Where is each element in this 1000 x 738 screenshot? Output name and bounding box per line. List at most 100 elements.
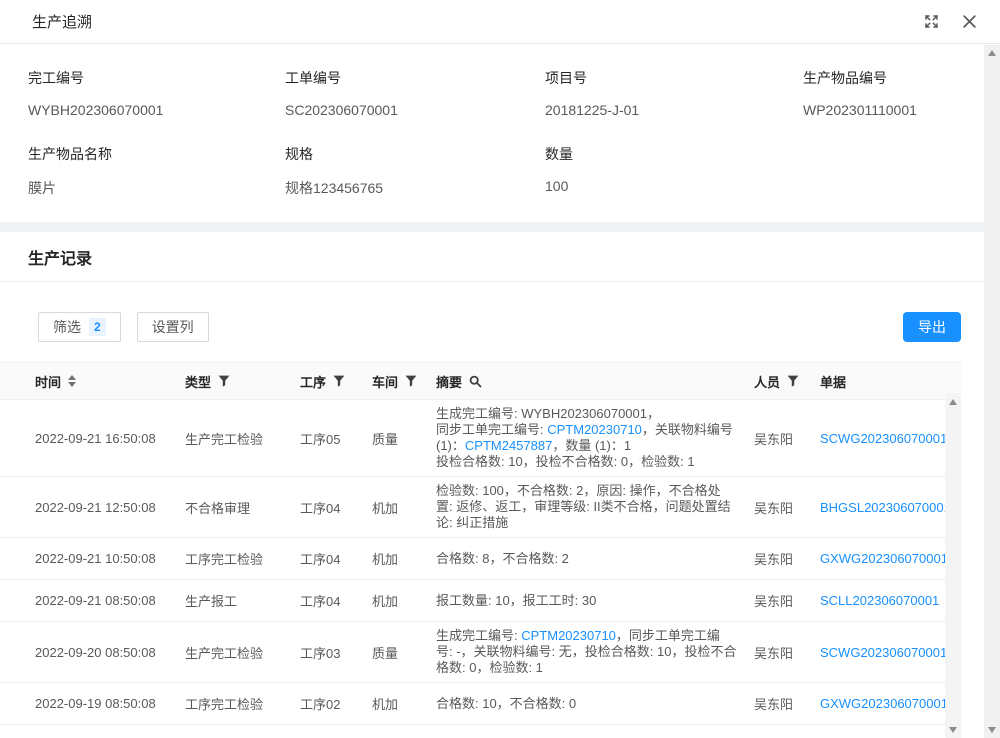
scroll-up-icon[interactable] (949, 399, 957, 405)
export-button-label: 导出 (918, 317, 946, 337)
cell-person: 吴东阳 (754, 694, 820, 713)
summary-line: 合格数: 10，不合格数: 0 (436, 696, 754, 712)
order-info-section: 完工编号 WYBH202306070001 工单编号 SC20230607000… (0, 44, 1000, 222)
field-value: 20181225-J-01 (545, 102, 803, 118)
summary-text: 置: 返修、返工，审理等级: II类不合格，问题处置结 (436, 499, 731, 514)
cell-summary: 报工数量: 10，报工工时: 30 (436, 593, 754, 609)
table-row: 2022-09-21 10:50:08工序完工检验工序04机加合格数: 8，不合… (0, 538, 961, 580)
field-label: 生产物品名称 (28, 144, 285, 164)
doc-link[interactable]: SCWG202306070001 (820, 645, 947, 660)
column-header-summary[interactable]: 摘要 (436, 372, 754, 391)
sort-icon[interactable] (68, 375, 76, 387)
filter-icon[interactable] (218, 375, 230, 387)
field-workorder-no: 工单编号 SC202306070001 (285, 68, 545, 118)
scroll-down-icon[interactable] (988, 727, 996, 733)
summary-link[interactable]: CPTM20230710 (521, 628, 616, 643)
column-label: 摘要 (436, 372, 462, 391)
doc-link[interactable]: BHGSL202306070001 (820, 500, 951, 515)
modal-header: 生产追溯 (0, 0, 1000, 44)
cell-person: 吴东阳 (754, 498, 820, 517)
filter-icon[interactable] (405, 375, 417, 387)
cell-time: 2022-09-21 08:50:08 (0, 593, 185, 608)
table-scrollbar[interactable] (945, 393, 961, 738)
column-header-workshop[interactable]: 车间 (372, 372, 436, 391)
summary-text: 生成完工编号: WYBH202306070001， (436, 406, 660, 421)
filter-icon[interactable] (333, 375, 345, 387)
column-header-person[interactable]: 人员 (754, 372, 820, 391)
field-label: 生产物品编号 (803, 68, 972, 88)
column-label: 类型 (185, 372, 211, 391)
production-records-section: 生产记录 筛选 2 设置列 导出 时间 类型 (0, 232, 1000, 738)
filter-button[interactable]: 筛选 2 (38, 312, 121, 342)
cell-type: 工序完工检验 (185, 549, 300, 568)
modal-scrollbar[interactable] (984, 45, 1000, 738)
doc-link[interactable]: SCLL202306070001 (820, 593, 939, 608)
field-spec: 规格 规格123456765 (285, 144, 545, 198)
cell-summary: 生成完工编号: CPTM20230710，同步工单完工编号: -，关联物料编号:… (436, 628, 754, 676)
field-value: 100 (545, 178, 803, 194)
field-value: SC202306070001 (285, 102, 545, 118)
summary-line: 生成完工编号: CPTM20230710，同步工单完工编 (436, 628, 754, 644)
summary-link[interactable]: CPTM20230710 (547, 422, 642, 437)
summary-line: 检验数: 100，不合格数: 2，原因: 操作，不合格处 (436, 483, 754, 499)
close-icon[interactable] (960, 13, 978, 31)
modal-header-actions (922, 13, 978, 31)
cell-process: 工序05 (300, 429, 372, 448)
export-button[interactable]: 导出 (903, 312, 961, 342)
cell-time: 2022-09-19 08:50:08 (0, 696, 185, 711)
summary-line: 论: 纠正措施 (436, 515, 754, 531)
field-value: WYBH202306070001 (28, 102, 285, 118)
cell-workshop: 质量 (372, 643, 436, 662)
section-divider (0, 222, 1000, 232)
cell-type: 不合格审理 (185, 498, 300, 517)
cell-type: 生产完工检验 (185, 429, 300, 448)
cell-time: 2022-09-21 10:50:08 (0, 551, 185, 566)
column-label: 工序 (300, 372, 326, 391)
search-icon[interactable] (469, 375, 482, 388)
column-header-process[interactable]: 工序 (300, 372, 372, 391)
scroll-up-icon[interactable] (988, 50, 996, 56)
production-trace-modal: 生产追溯 完工编号 WYBH202306070001 (0, 0, 1000, 738)
column-label: 人员 (754, 372, 780, 391)
table-row: 2022-09-19 08:50:08工序完工检验工序02机加合格数: 10，不… (0, 683, 961, 725)
filter-icon[interactable] (787, 375, 799, 387)
summary-line: 报工数量: 10，报工工时: 30 (436, 593, 754, 609)
summary-line: 合格数: 8，不合格数: 2 (436, 551, 754, 567)
order-info-grid: 完工编号 WYBH202306070001 工单编号 SC20230607000… (28, 68, 972, 198)
cell-time: 2022-09-21 16:50:08 (0, 431, 185, 446)
cell-document: SCLL202306070001 (820, 593, 961, 608)
cell-person: 吴东阳 (754, 429, 820, 448)
cell-workshop: 质量 (372, 429, 436, 448)
doc-link[interactable]: GXWG202306070001 (820, 696, 948, 711)
cell-process: 工序03 (300, 643, 372, 662)
field-item-no: 生产物品编号 WP202301110001 (803, 68, 972, 118)
fullscreen-icon[interactable] (922, 13, 940, 31)
table-row: 2022-09-21 08:50:08生产报工工序04机加报工数量: 10，报工… (0, 580, 961, 622)
doc-link[interactable]: SCWG202306070001 (820, 431, 947, 446)
summary-line: 投检合格数: 10，投检不合格数: 0，检验数: 1 (436, 454, 754, 470)
summary-line: 号: -，关联物料编号: 无，投检合格数: 10，投检不合 (436, 644, 754, 660)
field-value: 膜片 (28, 178, 285, 198)
field-label: 工单编号 (285, 68, 545, 88)
table-row: 2022-09-21 16:50:08生产完工检验工序05质量生成完工编号: W… (0, 400, 961, 477)
records-title: 生产记录 (28, 251, 92, 268)
scroll-down-icon[interactable] (949, 727, 957, 733)
field-project-no: 项目号 20181225-J-01 (545, 68, 803, 118)
modal-title: 生产追溯 (32, 11, 92, 32)
set-columns-button[interactable]: 设置列 (137, 312, 209, 342)
field-value: 规格123456765 (285, 178, 545, 198)
column-header-time[interactable]: 时间 (35, 372, 185, 391)
column-label: 车间 (372, 372, 398, 391)
summary-text: 报工数量: 10，报工工时: 30 (436, 593, 596, 608)
cell-process: 工序04 (300, 591, 372, 610)
summary-text: 检验数: 100，不合格数: 2，原因: 操作，不合格处 (436, 483, 721, 498)
column-header-type[interactable]: 类型 (185, 372, 300, 391)
summary-text: 投检合格数: 10，投检不合格数: 0，检验数: 1 (436, 454, 695, 469)
summary-link[interactable]: CPTM2457887 (465, 438, 552, 453)
cell-workshop: 机加 (372, 591, 436, 610)
summary-text: 同步工单完工编号: (436, 422, 547, 437)
doc-link[interactable]: GXWG202306070001 (820, 551, 948, 566)
cell-process: 工序04 (300, 498, 372, 517)
column-header-document: 单据 (820, 372, 961, 391)
filter-count-badge: 2 (89, 318, 106, 336)
